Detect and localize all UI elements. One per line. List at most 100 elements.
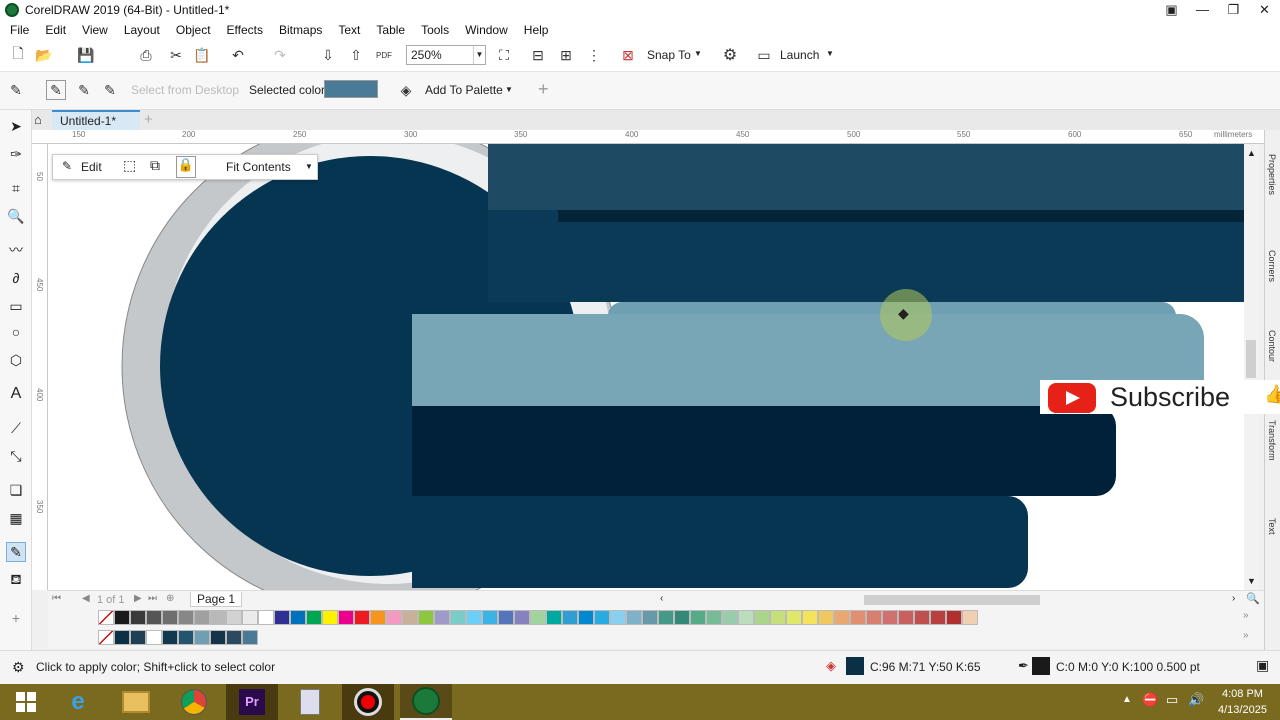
menu-help[interactable]: Help bbox=[524, 23, 549, 37]
coreldraw-taskbar-icon[interactable] bbox=[400, 684, 452, 720]
close-button[interactable]: ✕ bbox=[1249, 0, 1280, 20]
pdf-icon[interactable]: PDF bbox=[374, 45, 394, 65]
snap-icon[interactable]: ⊠ bbox=[618, 45, 638, 65]
network-icon[interactable]: ⛔ bbox=[1142, 692, 1158, 708]
freehand-tool-icon[interactable]: 〰 bbox=[6, 240, 26, 260]
artwork[interactable] bbox=[48, 144, 1244, 590]
internet-explorer-icon[interactable]: e bbox=[52, 684, 104, 720]
palette-color-swatch[interactable] bbox=[882, 610, 898, 625]
plus-icon[interactable]: + bbox=[538, 79, 549, 100]
palette-color-swatch[interactable] bbox=[914, 610, 930, 625]
new-document-icon[interactable]: 🗋 bbox=[8, 45, 28, 65]
import-icon[interactable]: ⇩ bbox=[318, 45, 338, 65]
calculator-icon[interactable] bbox=[284, 684, 336, 720]
battery-icon[interactable]: ▭ bbox=[1166, 692, 1178, 708]
chevron-down-icon[interactable]: ▼ bbox=[694, 49, 702, 58]
add-tool-icon[interactable]: + bbox=[6, 608, 26, 628]
palette-color-swatch[interactable] bbox=[450, 610, 466, 625]
minimize-button[interactable]: — bbox=[1187, 0, 1218, 20]
print-icon[interactable]: ⎙ bbox=[136, 45, 156, 65]
chevron-down-icon[interactable]: ▼ bbox=[505, 85, 513, 94]
chrome-icon[interactable] bbox=[168, 684, 220, 720]
palette-color-swatch[interactable] bbox=[530, 610, 546, 625]
outline-color-swatch[interactable] bbox=[1032, 657, 1050, 675]
select-contents-icon[interactable]: ⬚ bbox=[123, 157, 136, 174]
palette-color-swatch[interactable] bbox=[322, 610, 338, 625]
add-to-palette-button[interactable]: Add To Palette bbox=[425, 83, 503, 97]
crop-tool-icon[interactable]: ⌗ bbox=[6, 178, 26, 198]
extract-contents-icon[interactable]: ⧉ bbox=[150, 157, 160, 174]
palette-color-swatch[interactable] bbox=[562, 610, 578, 625]
palette-color-swatch[interactable] bbox=[386, 610, 402, 625]
grid-icon[interactable]: ⊞ bbox=[556, 45, 576, 65]
palette-color-swatch[interactable] bbox=[946, 610, 962, 625]
menu-view[interactable]: View bbox=[82, 23, 108, 37]
palette-scroll-right-icon[interactable]: » bbox=[1243, 630, 1249, 641]
palette-color-swatch[interactable] bbox=[498, 610, 514, 625]
tab-properties[interactable]: Properties bbox=[1267, 154, 1277, 195]
palette-color-swatch[interactable] bbox=[578, 610, 594, 625]
palette-color-swatch[interactable] bbox=[642, 610, 658, 625]
palette-color-swatch[interactable] bbox=[130, 610, 146, 625]
shape-tool-icon[interactable]: ✑ bbox=[6, 144, 26, 164]
zoom-tool-icon[interactable]: 🔍 bbox=[6, 206, 26, 226]
tab-untitled-1[interactable]: Untitled-1* bbox=[52, 110, 140, 130]
zoom-level-select[interactable]: 250% ▼ bbox=[406, 45, 486, 65]
palette-color-swatch[interactable] bbox=[274, 610, 290, 625]
palette-color-swatch[interactable] bbox=[594, 610, 610, 625]
palette-color-swatch[interactable] bbox=[850, 610, 866, 625]
palette-color-swatch[interactable] bbox=[466, 610, 482, 625]
scroll-down-icon[interactable]: ▼ bbox=[1247, 576, 1256, 586]
palette-color-swatch[interactable] bbox=[546, 610, 562, 625]
palette-color-swatch[interactable] bbox=[114, 610, 130, 625]
palette-color-swatch[interactable] bbox=[802, 610, 818, 625]
palette-color-swatch[interactable] bbox=[658, 610, 674, 625]
pick-tool-icon[interactable]: ➤ bbox=[6, 116, 26, 136]
palette-color-swatch[interactable] bbox=[706, 610, 722, 625]
maximize-button[interactable]: ❐ bbox=[1218, 0, 1249, 20]
drawing-canvas[interactable] bbox=[48, 144, 1244, 590]
palette-color-swatch[interactable] bbox=[242, 630, 258, 645]
palette-color-swatch[interactable] bbox=[866, 610, 882, 625]
palette-color-swatch[interactable] bbox=[962, 610, 978, 625]
options-gear-icon[interactable]: ⚙ bbox=[720, 45, 740, 65]
new-tab-icon[interactable]: + bbox=[144, 111, 153, 128]
full-screen-icon[interactable]: ⛶ bbox=[494, 45, 514, 65]
palette-color-swatch[interactable] bbox=[210, 630, 226, 645]
menu-effects[interactable]: Effects bbox=[227, 23, 263, 37]
palette-color-swatch[interactable] bbox=[610, 610, 626, 625]
palette-color-swatch[interactable] bbox=[514, 610, 530, 625]
select-color-mode-icon[interactable]: ✎ bbox=[46, 80, 66, 100]
palette-color-swatch[interactable] bbox=[306, 610, 322, 625]
palette-color-swatch[interactable] bbox=[146, 630, 162, 645]
scroll-left-icon[interactable]: ‹ bbox=[660, 593, 663, 604]
menu-object[interactable]: Object bbox=[176, 23, 211, 37]
palette-color-swatch[interactable] bbox=[146, 610, 162, 625]
scroll-up-icon[interactable]: ▲ bbox=[1247, 148, 1256, 158]
palette-color-swatch[interactable] bbox=[178, 610, 194, 625]
sample-icon[interactable]: ✎ bbox=[100, 80, 120, 100]
menu-file[interactable]: File bbox=[10, 23, 29, 37]
tab-text[interactable]: Text bbox=[1267, 518, 1277, 535]
connector-tool-icon[interactable]: ⤡ bbox=[6, 446, 26, 466]
first-page-icon[interactable]: ⏮ bbox=[52, 593, 61, 604]
tab-transform[interactable]: Transform bbox=[1267, 420, 1277, 461]
scroll-right-icon[interactable]: › bbox=[1232, 593, 1235, 604]
launch-button[interactable]: Launch bbox=[780, 48, 819, 62]
paste-icon[interactable]: 📋 bbox=[192, 45, 212, 65]
fill-color-swatch[interactable] bbox=[846, 657, 864, 675]
transparency-tool-icon[interactable]: ▦ bbox=[6, 508, 26, 528]
show-hidden-icons[interactable]: ▲ bbox=[1122, 694, 1132, 705]
palette-color-swatch[interactable] bbox=[402, 610, 418, 625]
menu-layout[interactable]: Layout bbox=[124, 23, 160, 37]
palette-color-swatch[interactable] bbox=[210, 610, 226, 625]
lock-contents-icon[interactable]: 🔒 bbox=[176, 156, 196, 178]
palette-color-swatch[interactable] bbox=[194, 630, 210, 645]
undo-icon[interactable]: ↶ bbox=[228, 45, 248, 65]
fit-contents-select[interactable]: Fit Contents bbox=[226, 160, 291, 174]
open-icon[interactable]: 📂 bbox=[34, 45, 54, 65]
menu-bitmaps[interactable]: Bitmaps bbox=[279, 23, 322, 37]
launch-icon[interactable]: ▭ bbox=[754, 45, 774, 65]
home-icon[interactable]: ⌂ bbox=[34, 112, 42, 127]
horizontal-scroll-thumb[interactable] bbox=[864, 595, 1040, 605]
